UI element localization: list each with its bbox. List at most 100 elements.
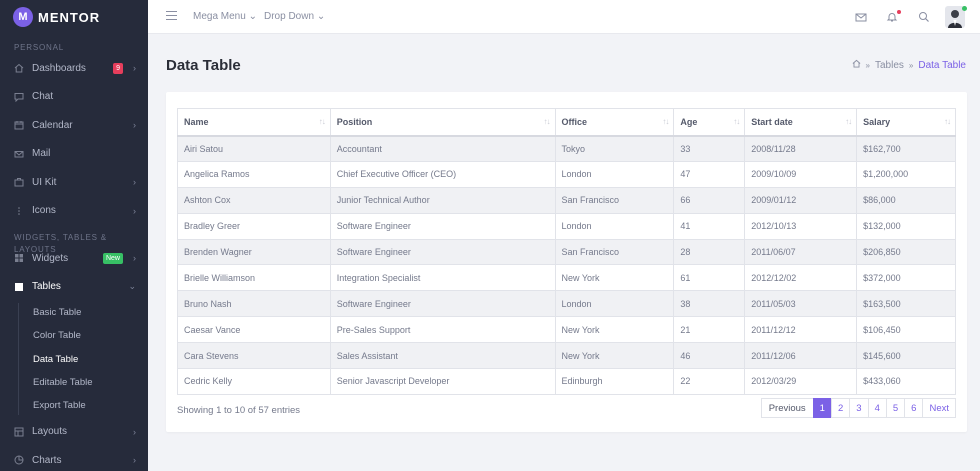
new-badge: New <box>102 253 123 264</box>
cell-office: Tokyo <box>554 135 675 162</box>
topbar: Mega Menu ⌄ Drop Down ⌄ <box>148 0 980 34</box>
tables-submenu: Basic Table Color Table Data Table Edita… <box>0 301 148 417</box>
sort-icon: ↑↓ <box>733 117 740 126</box>
cell-position: Software Engineer <box>329 290 556 318</box>
page-button-6[interactable]: 6 <box>904 398 924 418</box>
page-button-3[interactable]: 3 <box>849 398 869 418</box>
chevron-right-icon: › <box>133 426 136 437</box>
table-row: Angelica Ramos Chief Executive Officer (C… <box>177 160 956 188</box>
data-table-card: Name ↑↓ Position ↑↓ Office ↑↓ Age ↑↓ Start d… <box>166 92 967 432</box>
sidebar-item-label: Chat <box>32 91 54 103</box>
sidebar-item-label: Dashboards <box>32 62 86 74</box>
column-header-age[interactable]: Age ↑↓ <box>673 108 746 137</box>
cell-position: Software Engineer <box>329 212 556 240</box>
page-button-4[interactable]: 4 <box>867 398 887 418</box>
page-title: Data Table <box>166 57 241 74</box>
sidebar-item-tables[interactable]: Tables ⌄ <box>0 273 148 302</box>
sidebar-item-label: Layouts <box>32 426 68 438</box>
breadcrumb-item-tables[interactable]: Tables <box>875 60 904 71</box>
cell-name: Bruno Nash <box>177 290 331 318</box>
cell-start-date: 2011/12/06 <box>744 342 858 370</box>
page-button-1[interactable]: 1 <box>812 398 832 418</box>
submenu-item-export-table[interactable]: Export Table <box>33 394 148 417</box>
cell-start-date: 2012/03/29 <box>744 368 858 395</box>
cell-position: Software Engineer <box>329 238 556 266</box>
cell-name: Cedric Kelly <box>177 368 331 395</box>
cell-name: Brenden Wagner <box>177 238 331 266</box>
cell-office: Edinburgh <box>554 368 675 395</box>
pagination: Previous 1 2 3 4 5 6 Next <box>760 398 956 418</box>
submenu-item-basic-table[interactable]: Basic Table <box>33 301 148 324</box>
cell-name: Bradley Greer <box>177 212 331 240</box>
cell-position: Sales Assistant <box>329 342 556 370</box>
table-row: Bradley Greer Software Engineer London 41 20… <box>177 212 956 240</box>
sidebar-item-label: Charts <box>32 454 62 466</box>
sidebar-item-label: Tables <box>32 281 61 293</box>
hamburger-menu-icon[interactable] <box>166 11 177 21</box>
breadcrumb-item-current: Data Table <box>918 59 966 71</box>
chevron-right-icon: › <box>133 177 136 188</box>
next-page-button[interactable]: Next <box>922 398 956 418</box>
mega-menu-label: Mega Menu <box>193 11 246 22</box>
breadcrumb: » Tables » Data Table <box>852 59 966 71</box>
notification-count-badge: 9 <box>113 63 123 74</box>
cell-name: Cara Stevens <box>177 342 331 370</box>
sort-icon: ↑↓ <box>944 117 951 126</box>
sidebar-item-dashboards[interactable]: Dashboards 9 › <box>0 54 148 83</box>
sidebar-item-widgets[interactable]: Widgets New › <box>0 244 148 273</box>
cell-age: 28 <box>673 238 746 266</box>
search-icon[interactable] <box>918 11 930 23</box>
column-header-salary[interactable]: Salary ↑↓ <box>856 108 956 137</box>
cell-office: New York <box>554 264 675 292</box>
home-icon <box>14 63 24 73</box>
column-header-office[interactable]: Office ↑↓ <box>554 108 675 137</box>
home-icon[interactable] <box>852 59 861 71</box>
sidebar-item-label: Icons <box>32 205 56 217</box>
sidebar-item-icons[interactable]: Icons › <box>0 197 148 226</box>
table-row: Cara Stevens Sales Assistant New York 46 201… <box>177 342 956 370</box>
mail-icon[interactable] <box>855 11 867 23</box>
cell-name: Brielle Williamson <box>177 264 331 292</box>
cell-salary: $145,600 <box>856 342 956 370</box>
submenu-item-editable-table[interactable]: Editable Table <box>33 371 148 394</box>
sidebar-item-label: Calendar <box>32 119 73 131</box>
sort-icon: ↑↓ <box>318 117 326 126</box>
chevron-right-icon: › <box>133 455 136 466</box>
page-button-5[interactable]: 5 <box>885 398 906 418</box>
cell-position: Chief Executive Officer (CEO) <box>329 160 556 188</box>
cell-office: London <box>554 212 675 240</box>
column-header-name[interactable]: Name ↑↓ <box>177 108 331 137</box>
chevron-down-icon: ⌄ <box>128 281 136 292</box>
cell-position: Junior Technical Author <box>329 186 556 214</box>
cell-position: Senior Javascript Developer <box>329 368 556 395</box>
sort-icon: ↑↓ <box>543 117 551 126</box>
pie-chart-icon <box>14 455 24 465</box>
mega-menu-dropdown[interactable]: Mega Menu ⌄ <box>193 11 257 22</box>
sidebar-item-chat[interactable]: Chat <box>0 83 148 112</box>
submenu-item-data-table[interactable]: Data Table <box>33 348 148 371</box>
cell-age: 38 <box>673 290 746 318</box>
page-button-2[interactable]: 2 <box>830 398 851 418</box>
sidebar-item-charts[interactable]: Charts › <box>0 446 148 471</box>
sidebar-heading-widgets: WIDGETS, TABLES & LAYOUTS <box>14 233 107 254</box>
sidebar-item-ui-kit[interactable]: UI Kit › <box>0 168 148 197</box>
sidebar-item-layouts[interactable]: Layouts › <box>0 417 148 446</box>
cell-age: 41 <box>673 212 746 240</box>
cell-salary: $132,000 <box>856 212 956 240</box>
calendar-icon <box>14 120 24 130</box>
sidebar: M MENTOR PERSONAL Dashboards 9 › Chat Ca… <box>0 0 148 471</box>
cell-position: Pre-Sales Support <box>329 316 556 344</box>
submenu-item-color-table[interactable]: Color Table <box>33 324 148 347</box>
data-table: Name ↑↓ Position ↑↓ Office ↑↓ Age ↑↓ Start d… <box>177 108 956 395</box>
cell-office: New York <box>554 342 675 370</box>
column-header-start-date[interactable]: Start date ↑↓ <box>744 108 858 137</box>
table-info-text: Showing 1 to 10 of 57 entries <box>177 405 301 416</box>
sidebar-item-calendar[interactable]: Calendar › <box>0 111 148 140</box>
brand[interactable]: M MENTOR <box>0 0 148 34</box>
previous-page-button[interactable]: Previous <box>760 398 814 418</box>
sidebar-item-mail[interactable]: Mail <box>0 140 148 169</box>
cell-salary: $86,000 <box>856 186 956 214</box>
column-header-position[interactable]: Position ↑↓ <box>329 108 556 137</box>
chevron-right-icon: › <box>133 120 136 131</box>
drop-down-menu[interactable]: Drop Down ⌄ <box>264 11 325 22</box>
